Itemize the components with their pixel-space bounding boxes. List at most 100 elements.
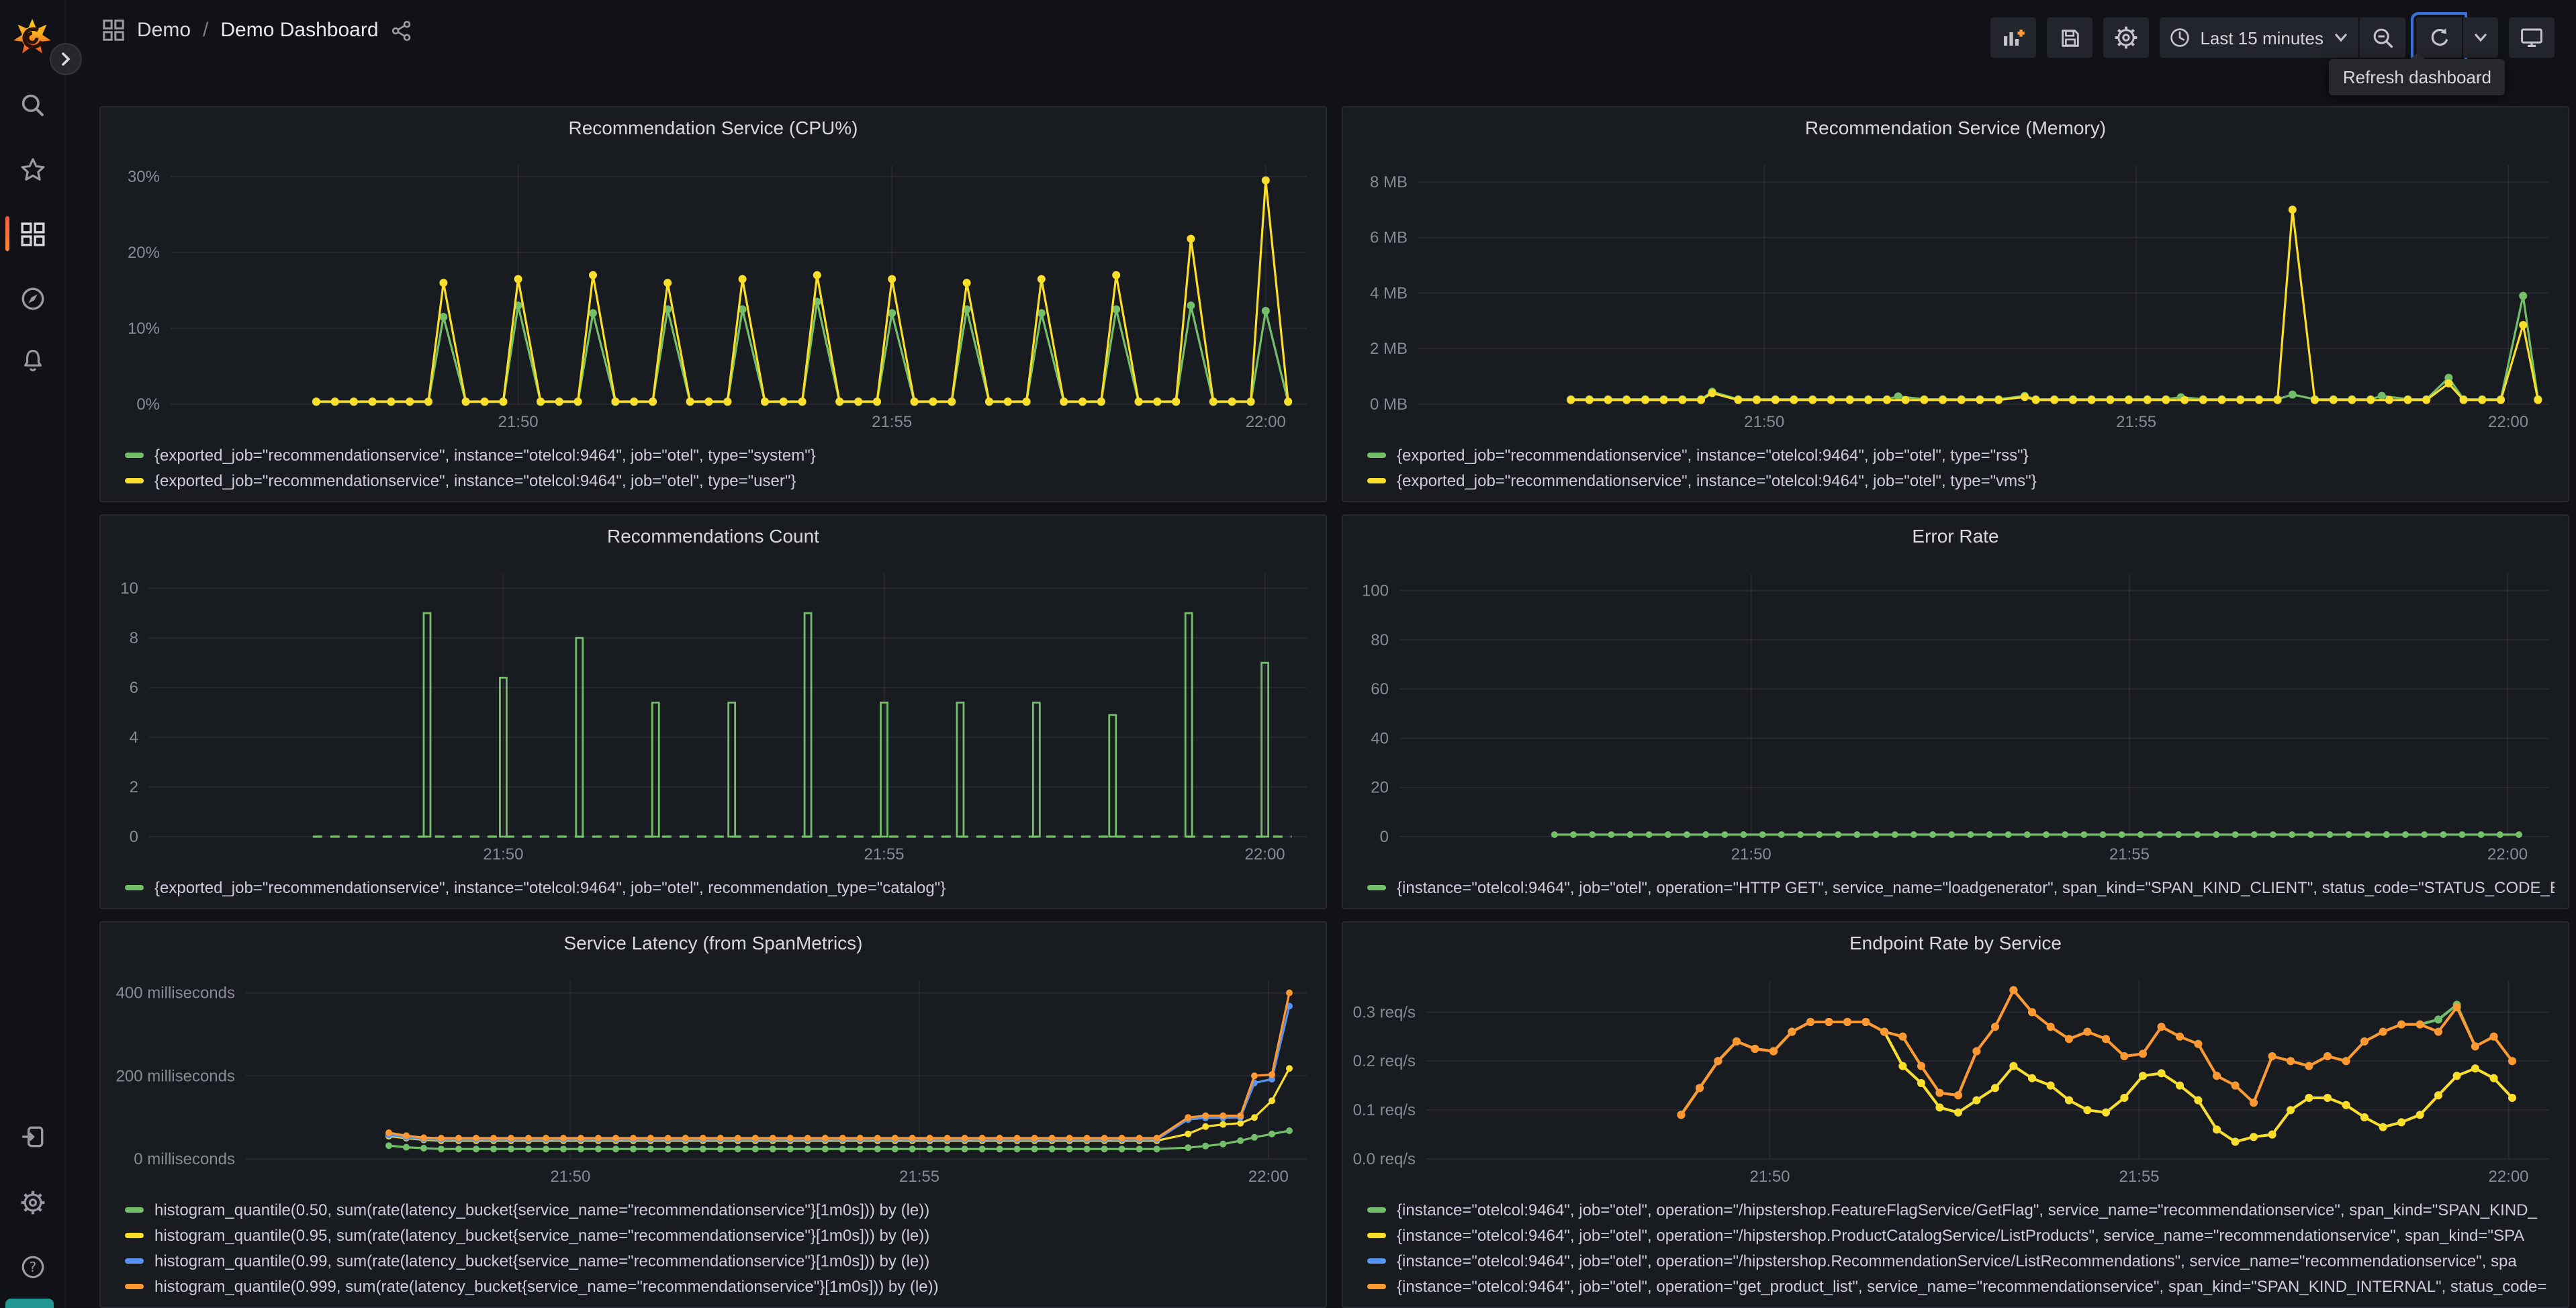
legend-item[interactable]: {exported_job="recommendationservice", i…: [125, 442, 1312, 467]
svg-text:0: 0: [130, 828, 138, 846]
svg-text:21:50: 21:50: [498, 413, 539, 431]
search-icon: [21, 93, 43, 115]
legend-item[interactable]: histogram_quantile(0.999, sum(rate(laten…: [125, 1273, 1312, 1299]
svg-text:22:00: 22:00: [1246, 413, 1286, 431]
add-panel-icon: [2004, 30, 2025, 46]
svg-text:20: 20: [1371, 779, 1389, 797]
share-icon[interactable]: [391, 19, 412, 41]
sidebar-item-dashboards[interactable]: [0, 209, 64, 258]
header: Demo / Demo Dashboard Last 15 minutes Re…: [64, 0, 2576, 95]
sidebar-item-alerting[interactable]: [0, 336, 64, 384]
panel-title[interactable]: Endpoint Rate by Service: [1343, 923, 2568, 963]
chart-recommendations-count[interactable]: 0 2 4 6 8 10 21:50 21:55 22:00: [101, 556, 1326, 872]
breadcrumb-dashboard-title[interactable]: Demo Dashboard: [220, 19, 378, 42]
sidebar-expand-button[interactable]: [50, 43, 82, 75]
legend-label: histogram_quantile(0.99, sum(rate(latenc…: [154, 1251, 930, 1270]
svg-text:21:55: 21:55: [872, 413, 912, 431]
panel-title[interactable]: Error Rate: [1343, 516, 2568, 556]
legend-item[interactable]: {instance="otelcol:9464", job="otel", op…: [1367, 1248, 2555, 1273]
legend-label: {instance="otelcol:9464", job="otel", op…: [1397, 1225, 2525, 1244]
breadcrumb-folder[interactable]: Demo: [137, 19, 191, 42]
sidebar-item-settings[interactable]: [0, 1178, 64, 1226]
legend-swatch: [125, 452, 144, 457]
apps-grid-icon: [102, 19, 125, 42]
svg-text:21:55: 21:55: [899, 1168, 939, 1186]
svg-text:10%: 10%: [128, 320, 160, 338]
legend-label: {instance="otelcol:9464", job="otel", op…: [1397, 1251, 2517, 1270]
grafana-logo-icon: [13, 19, 51, 54]
panel-title[interactable]: Recommendation Service (CPU%): [101, 107, 1326, 148]
toolbar: Last 15 minutes: [1990, 17, 2555, 58]
refresh-button[interactable]: [2416, 17, 2462, 58]
sidebar-item-search[interactable]: [0, 81, 64, 129]
svg-text:22:00: 22:00: [1245, 845, 1285, 863]
refresh-controls: [2416, 17, 2498, 58]
svg-text:6 MB: 6 MB: [1370, 229, 1408, 247]
sidebar-item-help[interactable]: ?: [0, 1242, 64, 1291]
legend-item[interactable]: histogram_quantile(0.95, sum(rate(latenc…: [125, 1222, 1312, 1248]
svg-text:0 MB: 0 MB: [1370, 395, 1408, 414]
svg-text:21:50: 21:50: [1731, 845, 1772, 863]
legend: {exported_job="recommendationservice", i…: [101, 439, 1326, 501]
tooltip: Refresh dashboard: [2329, 52, 2505, 95]
time-range-picker[interactable]: Last 15 minutes: [2160, 17, 2358, 58]
grafana-app: ? Demo / Demo Dashboard Last 15 minutes …: [0, 0, 2576, 1308]
chart-recommendation-cpu[interactable]: 0% 10% 20% 30% 21:50 21:55 22:00: [101, 148, 1326, 439]
legend-label: histogram_quantile(0.999, sum(rate(laten…: [154, 1276, 939, 1295]
legend-label: histogram_quantile(0.50, sum(rate(latenc…: [154, 1200, 930, 1219]
sign-in-icon: [21, 1125, 43, 1147]
svg-text:60: 60: [1371, 680, 1389, 698]
legend-item[interactable]: {exported_job="recommendationservice", i…: [125, 467, 1312, 493]
chart-service-latency[interactable]: 0 milliseconds 200 milliseconds 400 millis…: [101, 963, 1326, 1194]
legend-item[interactable]: histogram_quantile(0.50, sum(rate(latenc…: [125, 1197, 1312, 1222]
svg-text:10: 10: [120, 579, 138, 598]
legend-swatch: [125, 1258, 144, 1263]
svg-text:0.2 req/s: 0.2 req/s: [1353, 1052, 1416, 1070]
legend-item[interactable]: {exported_job="recommendationservice", i…: [1367, 467, 2555, 493]
legend-swatch: [1367, 1207, 1386, 1212]
legend-item[interactable]: {instance="otelcol:9464", job="otel", op…: [1367, 1273, 2555, 1299]
legend-label: {exported_job="recommendationservice", i…: [1397, 445, 2029, 464]
gear-icon: [20, 1190, 44, 1214]
zoom-out-button[interactable]: [2360, 17, 2405, 58]
save-dashboard-button[interactable]: [2047, 17, 2093, 58]
breadcrumb-separator: /: [203, 19, 209, 42]
panel-title[interactable]: Recommendation Service (Memory): [1343, 107, 2568, 148]
refresh-interval-dropdown[interactable]: [2463, 17, 2498, 58]
svg-text:21:50: 21:50: [1749, 1168, 1790, 1186]
svg-text:4 MB: 4 MB: [1370, 284, 1408, 302]
add-panel-button[interactable]: [1990, 17, 2037, 58]
dashboard-settings-button[interactable]: [2103, 17, 2150, 58]
legend-item[interactable]: histogram_quantile(0.99, sum(rate(latenc…: [125, 1248, 1312, 1273]
legend-item[interactable]: {exported_job="recommendationservice", i…: [1367, 442, 2555, 467]
svg-text:2: 2: [130, 778, 138, 796]
svg-text:22:00: 22:00: [2488, 413, 2528, 431]
legend-item[interactable]: {instance="otelcol:9464", job="otel", op…: [1367, 874, 2555, 900]
svg-text:4: 4: [130, 729, 138, 747]
svg-text:21:55: 21:55: [864, 845, 904, 863]
sidebar: ?: [0, 0, 66, 1308]
panel-title[interactable]: Service Latency (from SpanMetrics): [101, 923, 1326, 963]
bell-icon: [24, 349, 41, 371]
legend-item[interactable]: {instance="otelcol:9464", job="otel", op…: [1367, 1222, 2555, 1248]
chart-error-rate[interactable]: 0 20 40 60 80 100 21:50 21:55 22:00: [1343, 556, 2568, 872]
sidebar-item-starred[interactable]: [0, 145, 64, 193]
chart-endpoint-rate[interactable]: 0.0 req/s 0.1 req/s 0.2 req/s 0.3 req/s 21:5…: [1343, 963, 2568, 1194]
svg-text:0 milliseconds: 0 milliseconds: [134, 1150, 235, 1168]
kiosk-mode-button[interactable]: [2509, 17, 2555, 58]
svg-text:21:50: 21:50: [550, 1168, 590, 1186]
sidebar-item-explore[interactable]: [0, 274, 64, 322]
legend-item[interactable]: {instance="otelcol:9464", job="otel", op…: [1367, 1197, 2555, 1222]
legend-label: histogram_quantile(0.95, sum(rate(latenc…: [154, 1225, 930, 1244]
panel-service-latency: Service Latency (from SpanMetrics) 0 mil…: [99, 921, 1327, 1308]
legend: histogram_quantile(0.50, sum(rate(latenc…: [101, 1194, 1326, 1307]
svg-text:200 milliseconds: 200 milliseconds: [116, 1067, 235, 1085]
legend-swatch: [125, 1283, 144, 1289]
svg-text:0.3 req/s: 0.3 req/s: [1353, 1003, 1416, 1021]
chart-recommendation-memory[interactable]: 0 MB 2 MB 4 MB 6 MB 8 MB 21:50 21:55 22:00: [1343, 148, 2568, 439]
clock-icon: [2170, 28, 2190, 47]
legend-item[interactable]: {exported_job="recommendationservice", i…: [125, 874, 1312, 900]
sidebar-item-sign-in[interactable]: [0, 1112, 64, 1160]
legend: {exported_job="recommendationservice", i…: [101, 872, 1326, 908]
panel-title[interactable]: Recommendations Count: [101, 516, 1326, 556]
